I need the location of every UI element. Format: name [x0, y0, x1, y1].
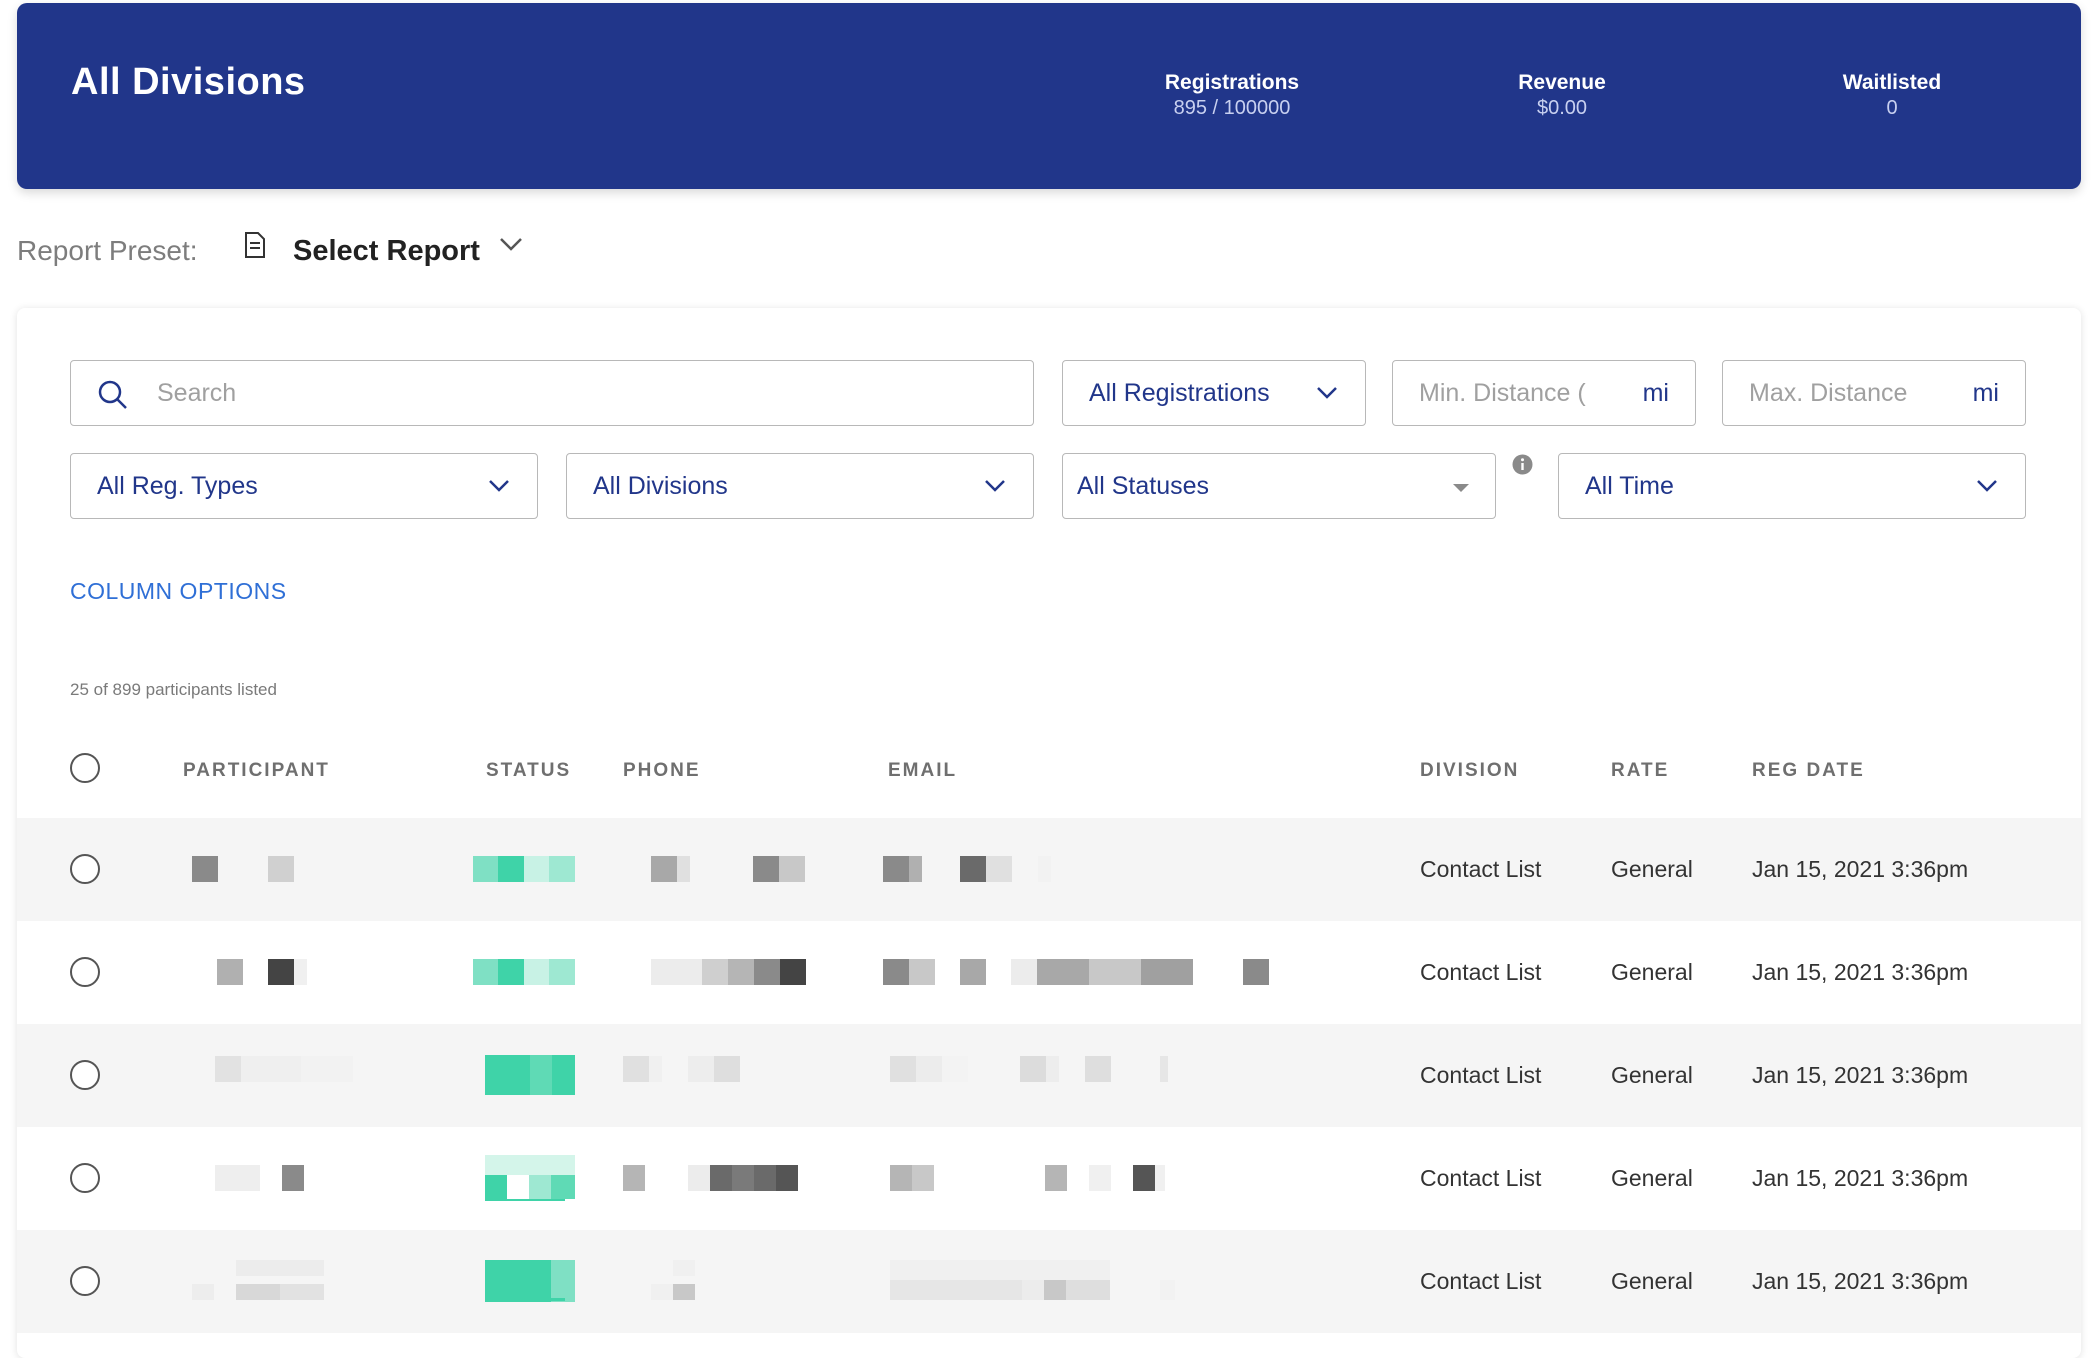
- column-header-reg-date[interactable]: REG DATE: [1752, 760, 1865, 782]
- rate-cell: General: [1611, 1268, 1693, 1294]
- status-badge: [473, 959, 575, 985]
- report-preset: Report Preset: Select Report: [17, 230, 617, 270]
- rate-cell: General: [1611, 959, 1693, 985]
- min-distance-input[interactable]: Min. Distance ( mi: [1392, 360, 1696, 426]
- email-redacted: [883, 856, 1083, 882]
- report-preset-label: Report Preset:: [17, 235, 198, 266]
- participant-name-redacted: [215, 1165, 325, 1191]
- email-redacted: [890, 1260, 1200, 1300]
- participant-name-redacted: [217, 959, 319, 985]
- reg-date-cell: Jan 15, 2021 3:36pm: [1752, 1165, 1969, 1191]
- row-select-checkbox[interactable]: [70, 1266, 100, 1296]
- chevron-down-icon[interactable]: [497, 234, 525, 254]
- phone-redacted: [623, 1056, 763, 1082]
- email-redacted: [890, 1056, 1190, 1082]
- column-header-rate[interactable]: RATE: [1611, 760, 1669, 782]
- chevron-down-icon: [985, 480, 1005, 492]
- registrations-label: Registrations: [1164, 71, 1300, 94]
- division-cell: Contact List: [1420, 856, 1542, 882]
- column-header-email[interactable]: EMAIL: [888, 760, 957, 782]
- email-redacted: [883, 959, 1293, 985]
- row-select-checkbox[interactable]: [70, 1060, 100, 1090]
- participant-name-redacted: [192, 1260, 342, 1300]
- document-icon[interactable]: [243, 230, 267, 260]
- table-row[interactable]: Contact List General Jan 15, 2021 3:36pm: [17, 1127, 2081, 1230]
- waitlisted-stat: Waitlisted 0: [1772, 71, 2012, 120]
- participant-name-redacted: [215, 1056, 355, 1082]
- phone-redacted: [651, 1260, 731, 1300]
- row-select-checkbox[interactable]: [70, 854, 100, 884]
- registrations-value: 895 / 100000: [1173, 97, 1291, 119]
- email-redacted: [890, 1165, 1190, 1191]
- division-cell: Contact List: [1420, 1165, 1542, 1191]
- reg-date-cell: Jan 15, 2021 3:36pm: [1752, 1062, 1969, 1088]
- reg-date-cell: Jan 15, 2021 3:36pm: [1752, 856, 1969, 882]
- rate-cell: General: [1611, 1165, 1693, 1191]
- search-icon: [98, 380, 127, 409]
- division-cell: Contact List: [1420, 959, 1542, 985]
- search-input[interactable]: Search: [70, 360, 1034, 426]
- waitlisted-value: 0: [1886, 97, 1898, 119]
- statuses-select-value: All Statuses: [1077, 472, 1210, 500]
- phone-redacted: [651, 959, 811, 985]
- divisions-select-value: All Divisions: [593, 472, 728, 500]
- row-select-checkbox[interactable]: [70, 957, 100, 987]
- status-badge: [485, 1155, 575, 1201]
- page-title: All Divisions: [71, 61, 306, 103]
- registrations-select-value: All Registrations: [1089, 379, 1270, 407]
- row-select-checkbox[interactable]: [70, 1163, 100, 1193]
- min-distance-unit: mi: [1642, 379, 1669, 407]
- chevron-down-icon: [1317, 387, 1337, 399]
- min-distance-placeholder: Min. Distance (: [1419, 379, 1586, 407]
- divisions-select[interactable]: All Divisions: [566, 453, 1034, 519]
- status-badge: [485, 1260, 575, 1302]
- waitlisted-label: Waitlisted: [1842, 71, 1942, 94]
- revenue-label: Revenue: [1518, 71, 1606, 94]
- chevron-down-icon: [489, 480, 509, 492]
- max-distance-unit: mi: [1972, 379, 1999, 407]
- registrations-stat: Registrations 895 / 100000: [1112, 71, 1352, 120]
- select-all-checkbox[interactable]: [70, 753, 100, 783]
- reg-date-cell: Jan 15, 2021 3:36pm: [1752, 959, 1969, 985]
- revenue-stat: Revenue $0.00: [1442, 71, 1682, 120]
- time-select[interactable]: All Time: [1558, 453, 2026, 519]
- column-header-division[interactable]: DIVISION: [1420, 760, 1519, 782]
- reg-types-select[interactable]: All Reg. Types: [70, 453, 538, 519]
- status-badge: [473, 856, 575, 882]
- chevron-down-icon: [1977, 480, 1997, 492]
- status-badge: [485, 1055, 575, 1095]
- phone-redacted: [623, 1165, 813, 1191]
- participant-name-redacted: [192, 856, 302, 882]
- max-distance-placeholder: Max. Distance: [1749, 379, 1908, 407]
- table-row[interactable]: Contact List General Jan 15, 2021 3:36pm: [17, 1024, 2081, 1127]
- table-row[interactable]: Contact List General Jan 15, 2021 3:36pm: [17, 921, 2081, 1024]
- column-header-status[interactable]: STATUS: [486, 760, 571, 782]
- select-report-dropdown[interactable]: Select Report: [293, 235, 480, 268]
- participant-count: 25 of 899 participants listed: [70, 680, 277, 699]
- statuses-select[interactable]: All Statuses: [1062, 453, 1496, 519]
- division-header: All Divisions Registrations 895 / 100000…: [17, 3, 2081, 189]
- reg-types-select-value: All Reg. Types: [97, 472, 258, 500]
- table-row[interactable]: Contact List General Jan 15, 2021 3:36pm: [17, 1230, 2081, 1333]
- table-row[interactable]: Contact List General Jan 15, 2021 3:36pm: [17, 818, 2081, 921]
- caret-down-icon: [1453, 484, 1469, 492]
- division-cell: Contact List: [1420, 1062, 1542, 1088]
- column-header-phone[interactable]: PHONE: [623, 760, 701, 782]
- column-options-link[interactable]: COLUMN OPTIONS: [70, 578, 287, 605]
- rate-cell: General: [1611, 856, 1693, 882]
- info-icon[interactable]: [1512, 454, 1533, 475]
- column-header-participant[interactable]: PARTICIPANT: [183, 760, 330, 782]
- division-cell: Contact List: [1420, 1268, 1542, 1294]
- search-placeholder: Search: [157, 379, 237, 407]
- time-select-value: All Time: [1585, 472, 1674, 500]
- participants-card: Search All Registrations Min. Distance (…: [17, 308, 2081, 1358]
- rate-cell: General: [1611, 1062, 1693, 1088]
- phone-redacted: [651, 856, 811, 882]
- registrations-select[interactable]: All Registrations: [1062, 360, 1366, 426]
- revenue-value: $0.00: [1536, 97, 1588, 119]
- reg-date-cell: Jan 15, 2021 3:36pm: [1752, 1268, 1969, 1294]
- max-distance-input[interactable]: Max. Distance mi: [1722, 360, 2026, 426]
